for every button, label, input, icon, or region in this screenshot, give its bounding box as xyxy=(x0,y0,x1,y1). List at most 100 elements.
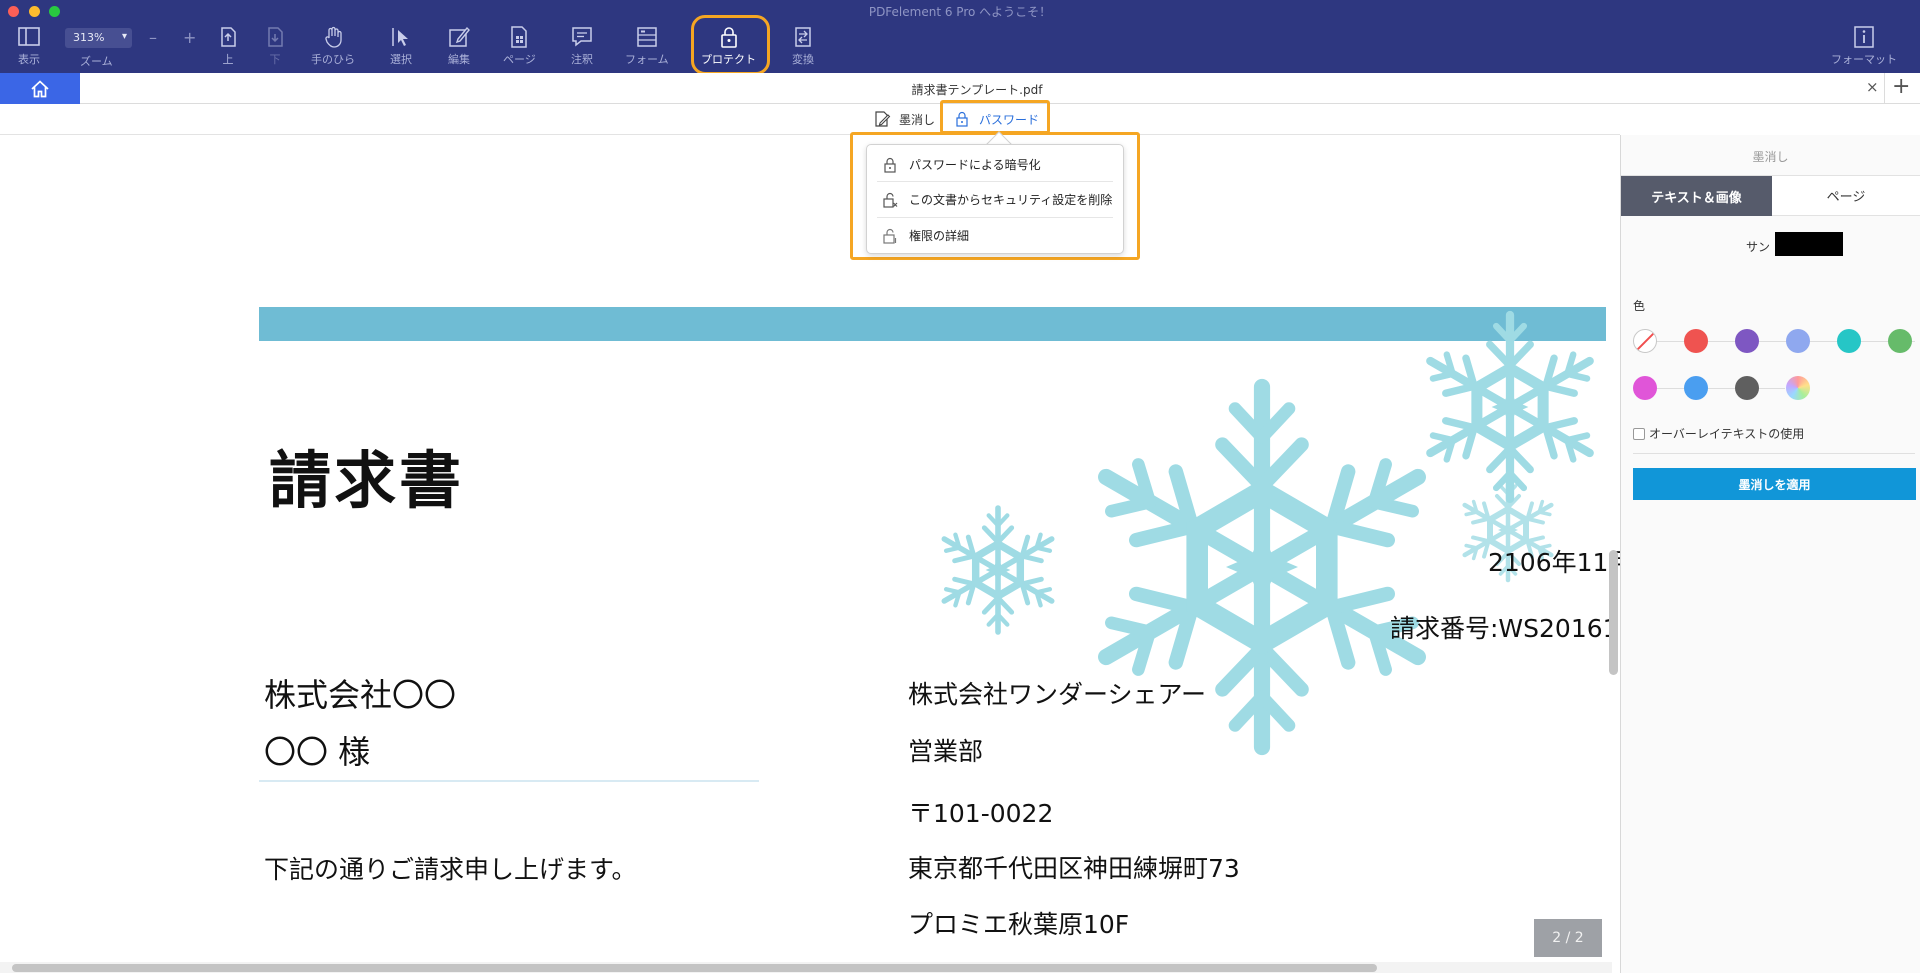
sample-label: サン xyxy=(1746,240,1771,254)
panel-separator xyxy=(1633,453,1915,454)
color-swatch-red[interactable] xyxy=(1684,329,1708,353)
hand-icon xyxy=(325,26,342,48)
redact-label: 墨消し xyxy=(899,112,936,127)
comment-label: 注釈 xyxy=(571,53,593,66)
recipient-person: 〇〇 様 xyxy=(264,733,371,771)
intro-text: 下記の通りご請求申し上げます。 xyxy=(264,855,637,884)
invoice-title: 請求書 xyxy=(269,444,465,517)
redact-tool-button[interactable]: 墨消し xyxy=(873,109,935,129)
view-button[interactable]: 表示 xyxy=(16,24,42,70)
menu-item-permission-details[interactable]: 権限の詳細 xyxy=(867,218,1123,253)
color-swatch-periwinkle[interactable] xyxy=(1786,329,1810,353)
protect-subtoolbar: 墨消し パスワード xyxy=(0,104,1620,135)
close-tab-icon[interactable]: × xyxy=(1866,78,1879,96)
color-swatch-none[interactable] xyxy=(1633,329,1657,353)
document-tab-title[interactable]: 請求書テンプレート.pdf xyxy=(0,81,1920,98)
page-indicator: 2 / 2 xyxy=(1534,919,1602,957)
page-label: ページ xyxy=(503,53,536,66)
color-swatch-teal[interactable] xyxy=(1837,329,1861,353)
hand-tool-button[interactable]: 手のひら xyxy=(311,24,355,70)
main-toolbar: PDFelement 6 Pro へようこそ！ 表示 313% ▾ ズーム – … xyxy=(0,0,1920,75)
lock-icon xyxy=(884,157,896,173)
zoom-select[interactable]: 313% ▾ xyxy=(65,28,132,48)
form-icon xyxy=(637,27,657,47)
page-up-icon xyxy=(221,27,236,47)
sender-company: 株式会社ワンダーシェアー xyxy=(908,680,1207,709)
format-button[interactable]: フォーマット xyxy=(1831,24,1897,70)
sidebar-view-icon xyxy=(18,27,40,46)
color-swatch-purple[interactable] xyxy=(1735,329,1759,353)
zoom-in-button[interactable]: + xyxy=(183,28,196,47)
hand-label: 手のひら xyxy=(311,53,355,66)
convert-label: 変換 xyxy=(792,53,814,66)
edit-button[interactable]: 編集 xyxy=(446,24,472,70)
info-panel-icon xyxy=(1854,26,1874,48)
password-highlight-ring xyxy=(940,100,1050,134)
add-tab-icon[interactable]: + xyxy=(1892,74,1910,99)
comment-icon xyxy=(572,27,592,47)
lock-detail-icon xyxy=(883,228,897,244)
tab-separator xyxy=(1884,73,1885,104)
overlay-text-label: オーバーレイテキストの使用 xyxy=(1649,427,1805,441)
format-label: フォーマット xyxy=(1831,53,1897,66)
tab-page[interactable]: ページ xyxy=(1772,176,1920,216)
overlay-text-checkbox[interactable] xyxy=(1633,427,1645,440)
color-swatch-green[interactable] xyxy=(1888,329,1912,353)
color-swatch-blue[interactable] xyxy=(1684,376,1708,400)
edit-pencil-icon xyxy=(449,26,470,47)
invoice-number: 請求番号:WS20161 xyxy=(1390,614,1619,643)
vertical-scrollbar[interactable] xyxy=(1609,550,1618,675)
color-picker-custom[interactable] xyxy=(1786,376,1810,400)
window-title: PDFelement 6 Pro へようこそ！ xyxy=(868,5,1052,19)
sender-building: プロミエ秋葉原10F xyxy=(908,910,1130,939)
menu-item-label: パスワードによる暗号化 xyxy=(909,158,1041,172)
page-down-button[interactable]: 下 xyxy=(262,24,288,70)
page-down-label: 下 xyxy=(269,53,281,66)
swatch-guide-line xyxy=(1645,388,1785,389)
horizontal-scrollbar[interactable] xyxy=(12,964,1377,972)
page-up-button[interactable]: 上 xyxy=(215,24,241,70)
sender-postal-code: 〒101-0022 xyxy=(908,799,1054,828)
select-label: 選択 xyxy=(390,53,412,66)
overlay-text-option[interactable]: オーバーレイテキストの使用 xyxy=(1633,425,1804,442)
page-up-label: 上 xyxy=(222,53,234,66)
tab-text-image[interactable]: テキスト＆画像 xyxy=(1621,176,1772,216)
document-viewport[interactable]: 請求書 2106年11月 請求番号:WS20161 株式会社〇〇 〇〇 様 下記… xyxy=(0,135,1620,973)
page-down-icon xyxy=(268,27,283,47)
redaction-sample-preview xyxy=(1775,232,1843,256)
menu-item-label: 権限の詳細 xyxy=(909,229,970,243)
redact-properties-panel: 墨消し テキスト＆画像 ページ サン 色 オーバーレイテキストの使用 墨消しを適… xyxy=(1621,135,1920,973)
snowflake-decoration xyxy=(0,135,1606,965)
zoom-label: ズーム xyxy=(80,55,113,68)
apply-redaction-button[interactable]: 墨消しを適用 xyxy=(1633,468,1916,500)
convert-button[interactable]: 変換 xyxy=(790,24,816,70)
comment-button[interactable]: 注釈 xyxy=(569,24,595,70)
protect-highlight-ring xyxy=(691,15,770,75)
panel-title: 墨消し xyxy=(1752,150,1789,164)
form-button[interactable]: フォーム xyxy=(625,24,669,70)
chevron-down-icon: ▾ xyxy=(121,31,127,42)
color-swatch-magenta[interactable] xyxy=(1633,376,1657,400)
edit-label: 編集 xyxy=(448,53,470,66)
zoom-value: 313% xyxy=(73,31,105,44)
zoom-out-button[interactable]: – xyxy=(149,28,157,47)
select-tool-button[interactable]: 選択 xyxy=(388,24,414,70)
sender-address: 東京都千代田区神田練塀町73 xyxy=(908,854,1240,883)
recipient-underline xyxy=(259,780,759,782)
color-label: 色 xyxy=(1633,299,1646,313)
page-button[interactable]: ページ xyxy=(503,24,536,70)
menu-item-label: この文書からセキュリティ設定を削除 xyxy=(909,193,1113,207)
color-swatch-gray[interactable] xyxy=(1735,376,1759,400)
menu-item-remove-security[interactable]: この文書からセキュリティ設定を削除 xyxy=(867,182,1123,217)
sender-department: 営業部 xyxy=(908,737,984,766)
pdf-page: 請求書 2106年11月 請求番号:WS20161 株式会社〇〇 〇〇 様 下記… xyxy=(0,135,1620,965)
password-dropdown-menu: パスワードによる暗号化 この文書からセキュリティ設定を削除 権限の詳細 xyxy=(866,144,1124,254)
page-icon xyxy=(511,26,528,48)
redact-icon xyxy=(875,111,891,127)
form-label: フォーム xyxy=(625,53,669,66)
unlock-remove-icon xyxy=(883,192,898,208)
menu-item-encrypt-with-password[interactable]: パスワードによる暗号化 xyxy=(867,147,1123,182)
convert-icon xyxy=(795,27,811,47)
view-label: 表示 xyxy=(18,53,40,66)
invoice-date: 2106年11月 xyxy=(1488,548,1620,577)
